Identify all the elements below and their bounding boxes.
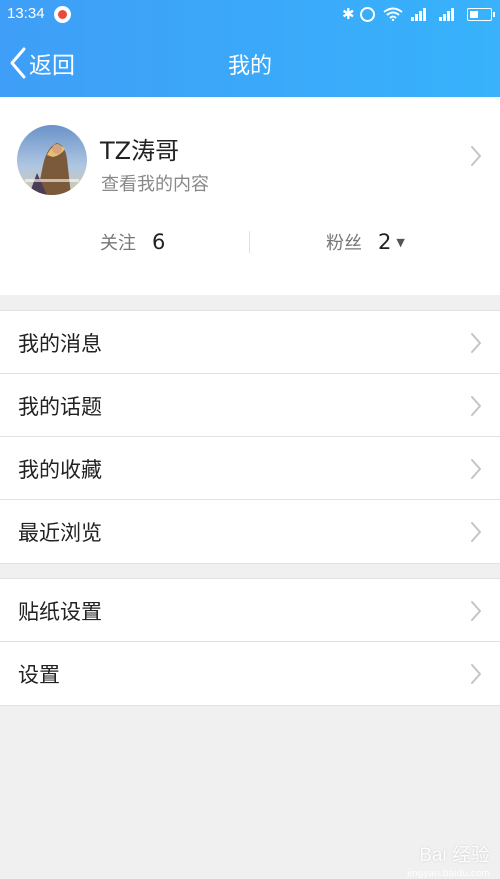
chevron-right-icon [471,664,481,684]
menu-item-topics[interactable]: 我的话题 [0,374,500,437]
avatar-image [17,125,87,195]
following-stat[interactable]: 关注 6 [100,229,165,255]
menu-item-label: 最近浏览 [18,521,102,545]
status-icons: ✱ [342,4,495,24]
menu-item-label: 贴纸设置 [18,600,102,624]
profile-name[interactable]: TZ涛哥 [100,131,179,166]
bluetooth-icon: ✱ [342,5,355,23]
chevron-right-icon [471,333,481,353]
fans-label: 粉丝 [326,233,362,254]
chevron-right-icon [471,601,481,621]
menu-item-label: 我的消息 [18,332,102,356]
signal-icon [439,7,459,21]
nav-bar: 返回 我的 [0,30,500,97]
status-bar: 13:34 ✱ [0,0,500,30]
menu-item-label: 设置 [18,663,60,687]
fans-count: 2 [378,230,392,254]
menu-item-settings[interactable]: 设置 [0,642,500,705]
menu-group-2: 贴纸设置 设置 [0,578,500,706]
menu-item-favorites[interactable]: 我的收藏 [0,437,500,500]
page-title: 我的 [227,54,272,79]
menu-item-sticker-settings[interactable]: 贴纸设置 [0,579,500,642]
avatar[interactable] [17,125,87,195]
menu-item-label: 我的收藏 [18,458,102,482]
header-bar: 13:34 ✱ 返回 我的 [0,0,500,97]
chevron-right-icon [471,522,481,542]
signal-icon [411,7,431,21]
chevron-right-icon [471,459,481,479]
app-notification-icon [54,6,71,23]
menu-group-1: 我的消息 我的话题 我的收藏 最近浏览 [0,310,500,564]
chevron-right-icon [471,396,481,416]
chevron-right-icon[interactable] [470,145,482,167]
caret-down-icon: ▼ [396,236,405,249]
menu-item-recent[interactable]: 最近浏览 [0,500,500,563]
alarm-icon [360,6,375,22]
stats-row: 关注 6 粉丝 2 ▼ [0,225,500,261]
stats-divider [249,231,250,253]
watermark-url: jingyan.baidu.com [406,869,490,879]
wifi-icon [383,7,403,21]
view-content-link[interactable]: 查看我的内容 [101,170,209,196]
status-time: 13:34 [7,5,45,22]
menu-item-messages[interactable]: 我的消息 [0,311,500,374]
profile-card: TZ涛哥 查看我的内容 关注 6 粉丝 2 ▼ [0,97,500,295]
fans-stat[interactable]: 粉丝 2 ▼ [326,229,405,255]
watermark: Bai 经验 [419,845,490,866]
following-label: 关注 [100,233,136,254]
following-count: 6 [152,230,166,254]
menu-item-label: 我的话题 [18,395,102,419]
battery-icon [467,7,495,21]
